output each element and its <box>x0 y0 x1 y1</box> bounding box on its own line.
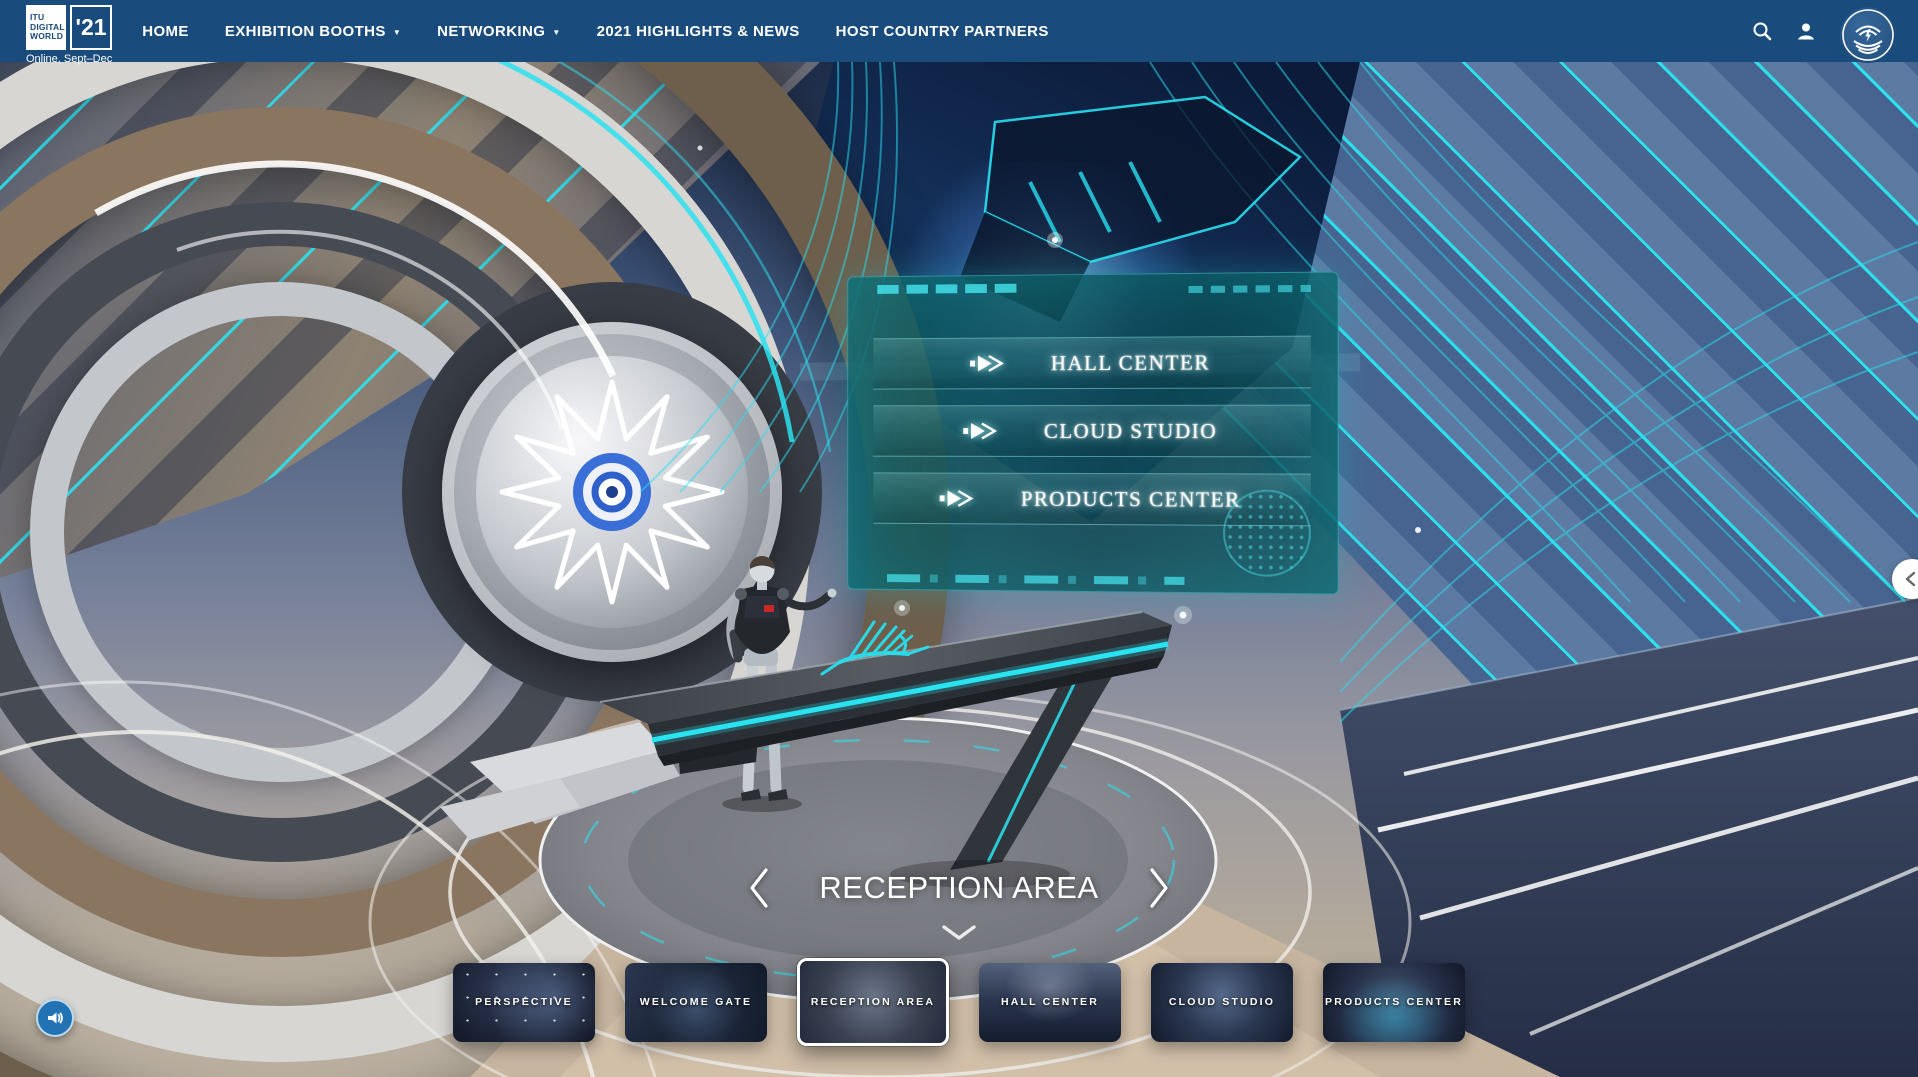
collapse-area-list-button[interactable] <box>941 924 977 944</box>
audio-toggle-button[interactable] <box>36 999 74 1037</box>
chevron-left-icon <box>1901 568 1918 590</box>
thumbnail-label: PERSPECTIVE <box>475 996 573 1008</box>
thumbnail-cloud-studio[interactable]: CLOUD STUDIO <box>1151 963 1293 1042</box>
nav-item-label: HOME <box>142 23 189 40</box>
scene-3d-view[interactable]: HALL CENTER CLOUD STUDIO PRODUCTS CENTER <box>0 62 1918 1077</box>
hologram-menu-panel: HALL CENTER CLOUD STUDIO PRODUCTS CENTER <box>847 271 1338 594</box>
virtual-venue-app: HALL CENTER CLOUD STUDIO PRODUCTS CENTER <box>0 0 1918 1077</box>
holo-menu-item-cloud-studio[interactable]: CLOUD STUDIO <box>873 405 1310 458</box>
thumbnail-label: RECEPTION AREA <box>811 996 935 1008</box>
nav-item-label: NETWORKING <box>437 23 545 40</box>
thumbnail-label: CLOUD STUDIO <box>1169 996 1275 1008</box>
circuit-decoration <box>877 284 1024 294</box>
thumbnail-welcome-gate[interactable]: WELCOME GATE <box>625 963 767 1042</box>
location-navigator: RECEPTION AREA <box>0 862 1918 914</box>
current-area-title: RECEPTION AREA <box>819 870 1098 906</box>
thumbnail-products-center[interactable]: PRODUCTS CENTER <box>1323 963 1465 1042</box>
wireframe-globe-decoration <box>1223 489 1311 577</box>
double-arrow-icon <box>963 420 998 442</box>
nav-item-2021-highlights-news[interactable]: 2021 HIGHLIGHTS & NEWS <box>597 23 800 40</box>
chevron-down-icon: ▼ <box>393 28 401 37</box>
nav-item-label: EXHIBITION BOOTHS <box>225 23 386 40</box>
portal-hub-disc <box>442 322 782 662</box>
starburst-emblem <box>492 372 732 612</box>
thumbnail-label: PRODUCTS CENTER <box>1325 996 1463 1008</box>
chevron-down-icon: ▼ <box>552 28 560 37</box>
holo-menu-label: PRODUCTS CENTER <box>1021 486 1241 512</box>
thumbnail-hall-center[interactable]: HALL CENTER <box>979 963 1121 1042</box>
thumbnail-perspective[interactable]: PERSPECTIVE <box>453 963 595 1042</box>
circuit-decoration <box>887 574 1184 585</box>
holo-menu-label: HALL CENTER <box>1051 350 1210 376</box>
thumbnail-label: HALL CENTER <box>1001 996 1099 1008</box>
next-area-button[interactable] <box>1143 862 1175 914</box>
area-thumbnail-carousel: PERSPECTIVE WELCOME GATE RECEPTION AREA … <box>453 958 1465 1046</box>
navbar-actions <box>1752 0 1896 63</box>
nav-item-label: HOST COUNTRY PARTNERS <box>836 23 1049 40</box>
top-navbar: ITU DIGITAL WORLD '21 Online, Sept–Dec H… <box>0 0 1918 62</box>
emblem-icon <box>1841 8 1895 62</box>
holo-menu-label: CLOUD STUDIO <box>1044 418 1217 443</box>
chevron-left-icon <box>747 866 771 910</box>
chevron-down-icon <box>941 924 977 941</box>
logo-line: WORLD <box>30 32 66 42</box>
logo-year-badge: '21 <box>70 5 112 50</box>
account-button[interactable] <box>1796 21 1816 41</box>
itu-digital-world-logo[interactable]: ITU DIGITAL WORLD '21 Online, Sept–Dec <box>26 5 112 65</box>
holo-menu-item-hall-center[interactable]: HALL CENTER <box>873 336 1310 390</box>
nav-item-host-country-partners[interactable]: HOST COUNTRY PARTNERS <box>836 23 1049 40</box>
logo-subtitle: Online, Sept–Dec <box>26 53 112 65</box>
nav-item-label: 2021 HIGHLIGHTS & NEWS <box>597 23 800 40</box>
search-button[interactable] <box>1752 21 1772 41</box>
double-arrow-icon <box>940 487 975 509</box>
logo-wordmark: ITU DIGITAL WORLD <box>26 5 66 50</box>
chevron-right-icon <box>1147 866 1171 910</box>
user-icon <box>1796 21 1816 41</box>
nav-item-networking[interactable]: NETWORKING ▼ <box>437 23 561 40</box>
previous-area-button[interactable] <box>743 862 775 914</box>
thumbnail-reception-area[interactable]: RECEPTION AREA <box>797 958 949 1046</box>
nav-item-exhibition-booths[interactable]: EXHIBITION BOOTHS ▼ <box>225 23 401 40</box>
search-icon <box>1752 21 1772 41</box>
circuit-decoration <box>1189 285 1311 293</box>
double-arrow-icon <box>970 352 1005 374</box>
nav-item-home[interactable]: HOME <box>142 23 189 40</box>
volume-icon <box>46 1009 64 1027</box>
thumbnail-label: WELCOME GATE <box>640 996 753 1008</box>
main-menu: HOME EXHIBITION BOOTHS ▼ NETWORKING ▼ 20… <box>142 23 1049 40</box>
itu-emblem-logo[interactable] <box>1840 7 1896 63</box>
